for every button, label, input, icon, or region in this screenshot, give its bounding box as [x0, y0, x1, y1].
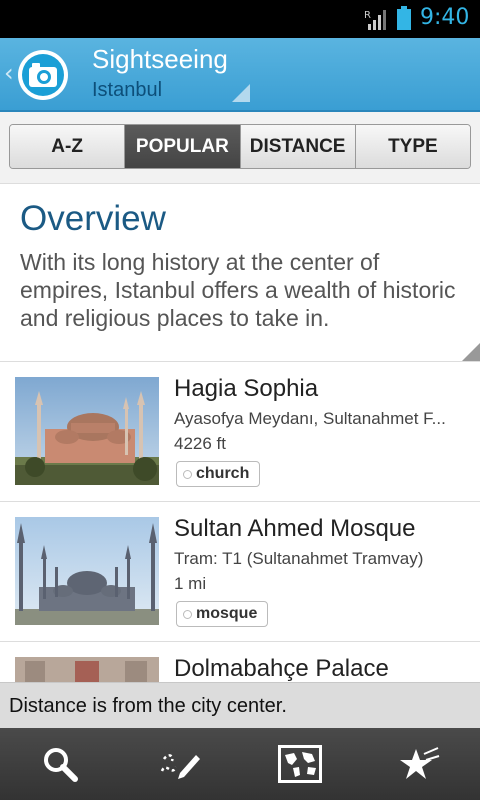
- place-address: Tram: T1 (Sultanahmet Tramvay): [174, 549, 424, 568]
- place-distance: 1 mi: [174, 574, 207, 593]
- overview-heading: Overview: [20, 199, 166, 238]
- dropdown-indicator-icon[interactable]: [232, 84, 250, 102]
- place-name: Dolmabahçe Palace: [174, 655, 389, 682]
- list-item[interactable]: Hagia Sophia Ayasofya Meydanı, Sultanahm…: [0, 362, 480, 502]
- write-note-icon: [160, 754, 200, 779]
- tab-distance[interactable]: DISTANCE: [240, 125, 356, 168]
- map-icon: [278, 745, 322, 783]
- page-title: Sightseeing: [92, 44, 228, 74]
- place-name: Sultan Ahmed Mosque: [174, 515, 416, 542]
- place-thumbnail: [15, 377, 159, 485]
- action-bar: ‹ Sightseeing Istanbul: [0, 38, 480, 112]
- expand-corner-icon[interactable]: [462, 343, 480, 361]
- svg-text:R: R: [364, 10, 371, 21]
- status-bar: R 9:40: [0, 0, 480, 38]
- signal-icon: R: [364, 10, 386, 30]
- distance-note: Distance is from the city center.: [0, 682, 480, 728]
- tab-popular[interactable]: POPULAR: [125, 125, 241, 168]
- place-distance: 4226 ft: [174, 434, 226, 453]
- app-logo-button[interactable]: [18, 50, 68, 100]
- clock: 9:40: [420, 5, 470, 30]
- map-button[interactable]: [240, 728, 360, 800]
- place-name: Hagia Sophia: [174, 375, 319, 402]
- back-chevron-icon[interactable]: ‹: [4, 59, 14, 87]
- sort-tabs-bar: A-Z POPULAR DISTANCE TYPE: [0, 112, 480, 184]
- favorites-button[interactable]: [360, 728, 480, 800]
- sort-tabs: A-Z POPULAR DISTANCE TYPE: [9, 124, 471, 169]
- favorites-star-icon: [400, 747, 440, 779]
- place-type-tag[interactable]: mosque: [176, 601, 269, 627]
- tab-type[interactable]: TYPE: [355, 125, 470, 168]
- bottom-toolbar: [0, 728, 480, 800]
- camera-icon: [29, 63, 57, 87]
- place-thumbnail: [15, 517, 159, 625]
- battery-icon: [397, 6, 411, 30]
- search-icon: [44, 748, 78, 782]
- notes-button[interactable]: [120, 728, 240, 800]
- city-selector[interactable]: Istanbul: [92, 79, 162, 102]
- overview-section[interactable]: Overview With its long history at the ce…: [0, 185, 480, 362]
- search-button[interactable]: [0, 728, 120, 800]
- overview-text: With its long history at the center of e…: [20, 249, 456, 331]
- place-address: Ayasofya Meydanı, Sultanahmet F...: [174, 409, 446, 428]
- tab-a-z[interactable]: A-Z: [10, 125, 126, 168]
- place-type-tag[interactable]: church: [176, 461, 261, 487]
- list-item[interactable]: Sultan Ahmed Mosque Tram: T1 (Sultanahme…: [0, 502, 480, 642]
